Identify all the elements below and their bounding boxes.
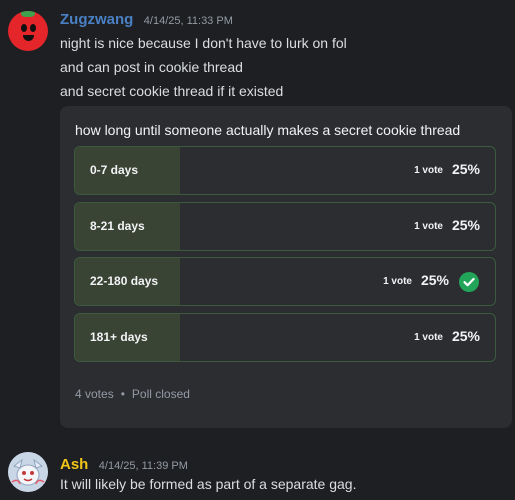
answer-label: 22-180 days [90, 274, 159, 288]
message-header: Ash 4/14/25, 11:39 PM [60, 456, 188, 474]
answer-label: 8-21 days [90, 219, 145, 233]
total-votes[interactable]: 4 votes [75, 387, 114, 401]
separator-dot: • [120, 387, 125, 401]
vote-count: 1 vote [414, 332, 443, 343]
tomato-left-eye [21, 24, 27, 32]
answer-label: 0-7 days [90, 163, 139, 177]
username[interactable]: Zugzwang [60, 11, 133, 28]
poll-answer[interactable]: 8-21 days 1 vote 25% [74, 202, 496, 251]
message-line: It will likely be formed as part of a se… [60, 476, 357, 492]
vote-count: 1 vote [414, 221, 443, 232]
username[interactable]: Ash [60, 456, 88, 473]
vote-count: 1 vote [414, 165, 443, 176]
check-circle-icon [459, 272, 479, 292]
poll-answer[interactable]: 0-7 days 1 vote 25% [74, 146, 496, 195]
poll-question: how long until someone actually makes a … [75, 122, 461, 138]
tomato-avatar-icon[interactable] [8, 11, 48, 51]
vote-percent: 25% [451, 217, 480, 233]
vote-percent: 25% [451, 161, 480, 177]
poll-answer[interactable]: 181+ days 1 vote 25% [74, 313, 496, 362]
poll-status: Poll closed [131, 387, 190, 401]
message-line: night is nice because I don't have to lu… [60, 35, 347, 51]
message-header: Zugzwang 4/14/25, 11:33 PM [60, 11, 233, 29]
vote-percent: 25% [420, 272, 449, 288]
timestamp[interactable]: 4/14/25, 11:39 PM [99, 460, 188, 472]
tomato-mouth [23, 35, 34, 41]
poll-answer[interactable]: 22-180 days 1 vote 25% [74, 257, 496, 306]
poll-footer: 4 votes • Poll closed [75, 387, 190, 401]
vote-count: 1 vote [383, 276, 412, 287]
ash-avatar-icon[interactable] [8, 452, 48, 492]
message-line: and can post in cookie thread [60, 59, 243, 75]
message-line: and secret cookie thread if it existed [60, 83, 284, 99]
tomato-leaf [21, 11, 35, 17]
tomato-right-eye [30, 24, 36, 32]
poll-card: how long until someone actually makes a … [60, 106, 512, 428]
vote-percent: 25% [451, 328, 480, 344]
answer-label: 181+ days [90, 330, 148, 344]
timestamp[interactable]: 4/14/25, 11:33 PM [144, 15, 233, 27]
